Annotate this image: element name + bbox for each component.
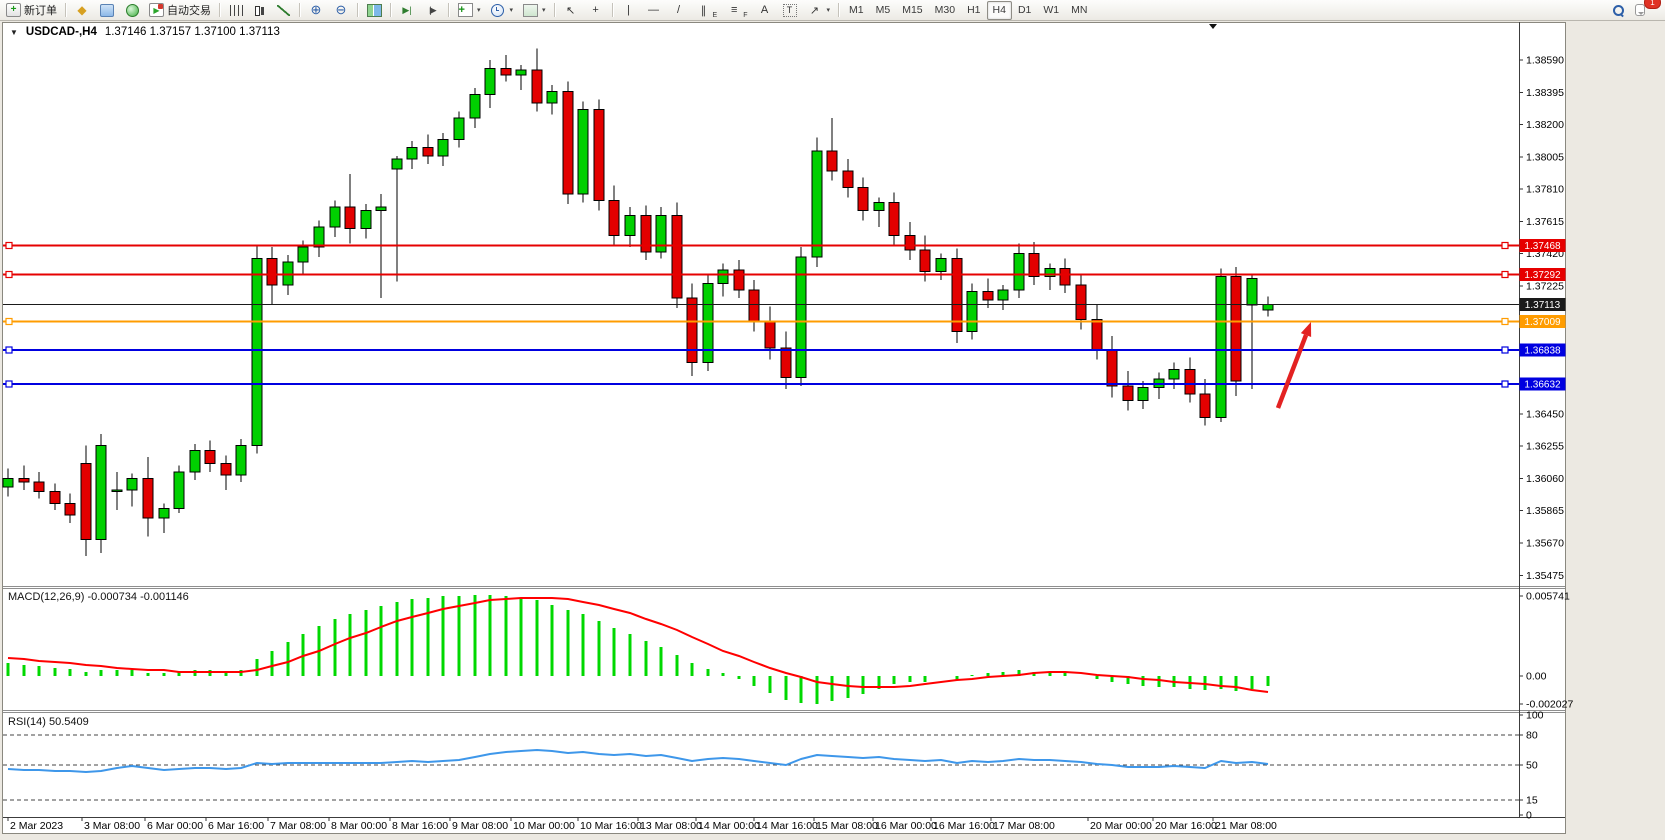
auto-trading-icon [149,3,164,17]
horizontal-line-icon: — [646,3,662,18]
signals-button[interactable] [120,0,144,20]
rsi-indicator-label: RSI(14) 50.5409 [8,716,89,728]
zoom-out-icon: ⊖ [333,3,349,18]
timeframe-M15[interactable]: M15 [896,1,928,20]
zoom-in-button[interactable]: ⊕ [304,0,328,20]
trendline-icon: / [671,3,687,18]
channel-button[interactable]: ∥E [692,0,722,20]
bar-chart-icon [228,3,244,18]
timeframe-M1[interactable]: M1 [843,1,870,20]
auto-trading-button[interactable]: 自动交易 [145,0,215,20]
timeframe-D1[interactable]: D1 [1012,1,1037,20]
trendline-button[interactable]: / [667,0,691,20]
new-order-button[interactable]: 新订单 [2,0,61,20]
arrows-icon: ↗ [807,3,823,18]
crosshair-button[interactable]: + [584,0,608,20]
notifications-button[interactable]: 1 [1631,0,1655,20]
candlestick-icon [253,5,266,16]
separator [390,3,391,17]
macd-indicator-label: MACD(12,26,9) -0.000734 -0.001146 [8,591,189,603]
search-icon [1610,3,1626,18]
tile-windows-button[interactable] [362,0,386,20]
cursor-button[interactable]: ↖ [559,0,583,20]
chart-shift-icon: |▶ [424,3,440,18]
timeframe-H4[interactable]: H4 [987,1,1012,20]
timeframe-M5[interactable]: M5 [870,1,897,20]
chart-title: ▼ USDCAD-,H4 1.37146 1.37157 1.37100 1.3… [10,26,280,38]
separator [612,3,613,17]
template-icon [522,3,538,18]
price-chart-area[interactable] [3,22,1519,586]
arrows-button[interactable]: ↗▾ [803,0,835,20]
community-icon [99,3,115,18]
crosshair-icon: + [588,3,604,18]
zoom-in-icon: ⊕ [308,3,324,18]
macd-panel-area[interactable] [3,588,1519,710]
line-chart-icon [275,3,291,18]
separator [219,3,220,17]
indicators-icon [457,3,473,18]
auto-scroll-icon: ▶| [399,3,415,18]
notification-badge: 1 [1644,0,1661,9]
bar-chart-button[interactable] [224,0,248,20]
vertical-line-icon: | [621,3,637,18]
fibonacci-button[interactable]: ≡F [722,0,751,20]
indicators-button[interactable]: ▾ [453,0,485,20]
separator [838,3,839,17]
candlestick-button[interactable] [249,0,270,20]
toolbar: 新订单 ◆ 自动交易 ⊕ ⊖ ▶| |▶ ▾ ▾ ▾ ↖ + | — / ∥E … [0,0,1665,21]
cursor-icon: ↖ [563,3,579,18]
separator [299,3,300,17]
ohlc-readout: 1.37146 1.37157 1.37100 1.37113 [105,26,280,38]
chevron-down-icon: ▾ [827,6,831,14]
symbol-period-label: USDCAD-,H4 [26,26,97,38]
community-button[interactable] [95,0,119,20]
timeframe-H1[interactable]: H1 [961,1,986,20]
new-order-label: 新订单 [24,2,57,18]
chart-shift-button[interactable]: |▶ [420,0,444,20]
templates-button[interactable]: ▾ [518,0,550,20]
vertical-line-button[interactable]: | [617,0,641,20]
text-label-button[interactable]: T [778,0,802,20]
text-button[interactable]: A [753,0,777,20]
text-label-icon: T [782,3,798,18]
fibonacci-letter: F [743,12,747,19]
separator [65,3,66,17]
fibonacci-icon: ≡ [726,3,742,18]
chevron-down-icon: ▾ [477,6,481,14]
channel-icon: ∥ [696,3,712,18]
triangle-down-icon: ▼ [10,28,18,37]
clock-icon [490,3,506,18]
chevron-down-icon: ▾ [510,6,514,14]
horizontal-line-button[interactable]: — [642,0,666,20]
tile-windows-icon [366,3,382,18]
profile-button[interactable]: ◆ [70,0,94,20]
chevron-down-icon: ▾ [542,6,546,14]
separator [357,3,358,17]
price-axis-border [1519,22,1520,817]
periods-button[interactable]: ▾ [486,0,518,20]
time-axis-border [3,817,1565,818]
separator [448,3,449,17]
rsi-panel-area[interactable] [3,713,1519,817]
auto-trading-label: 自动交易 [167,2,211,18]
timeframe-W1[interactable]: W1 [1037,1,1065,20]
application-window: 新订单 ◆ 自动交易 ⊕ ⊖ ▶| |▶ ▾ ▾ ▾ ↖ + | — / ∥E … [0,0,1665,840]
channel-letter: E [713,12,718,19]
timeframe-MN[interactable]: MN [1065,1,1093,20]
timeframe-group: M1M5M15M30H1H4D1W1MN [843,1,1093,20]
separator [554,3,555,17]
text-icon: A [757,3,773,18]
auto-scroll-button[interactable]: ▶| [395,0,419,20]
zoom-out-button[interactable]: ⊖ [329,0,353,20]
search-button[interactable] [1606,0,1630,20]
timeframe-M30[interactable]: M30 [929,1,961,20]
profile-icon: ◆ [74,3,90,18]
signals-icon [124,3,140,18]
line-chart-button[interactable] [271,0,295,20]
new-order-icon [6,3,21,17]
